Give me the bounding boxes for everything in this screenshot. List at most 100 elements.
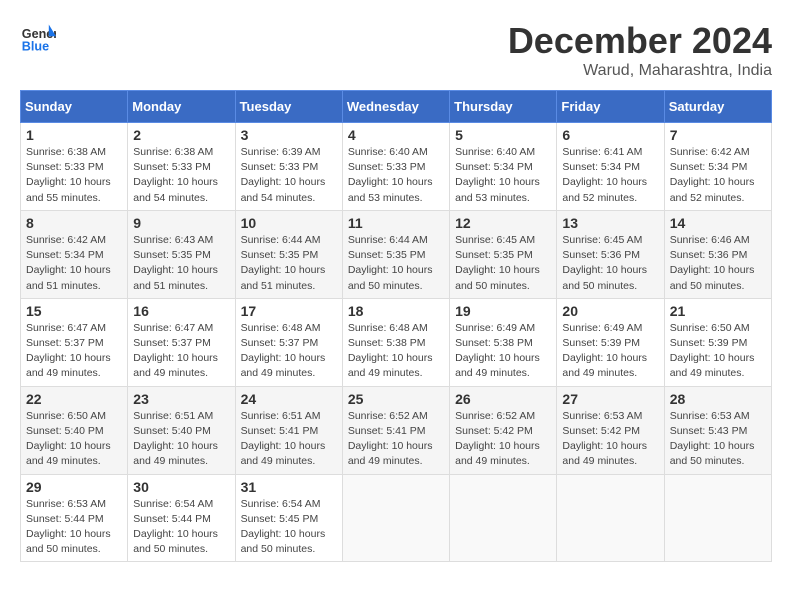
calendar-table: Sunday Monday Tuesday Wednesday Thursday… [20, 90, 772, 562]
list-item: 13 Sunrise: 6:45 AMSunset: 5:36 PMDayligh… [557, 210, 664, 298]
list-item: 31 Sunrise: 6:54 AMSunset: 5:45 PMDayligh… [235, 474, 342, 562]
day-number: 11 [348, 215, 444, 231]
day-info: Sunrise: 6:48 AMSunset: 5:38 PMDaylight:… [348, 321, 444, 382]
list-item: 28 Sunrise: 6:53 AMSunset: 5:43 PMDayligh… [664, 386, 771, 474]
day-info: Sunrise: 6:49 AMSunset: 5:39 PMDaylight:… [562, 321, 658, 382]
page-header: General Blue December 2024 Warud, Mahara… [20, 20, 772, 80]
day-info: Sunrise: 6:42 AMSunset: 5:34 PMDaylight:… [26, 233, 122, 294]
day-number: 4 [348, 127, 444, 143]
day-info: Sunrise: 6:52 AMSunset: 5:41 PMDaylight:… [348, 409, 444, 470]
list-item: 7 Sunrise: 6:42 AMSunset: 5:34 PMDaylight… [664, 123, 771, 211]
day-info: Sunrise: 6:50 AMSunset: 5:39 PMDaylight:… [670, 321, 766, 382]
day-info: Sunrise: 6:52 AMSunset: 5:42 PMDaylight:… [455, 409, 551, 470]
day-number: 7 [670, 127, 766, 143]
list-item: 14 Sunrise: 6:46 AMSunset: 5:36 PMDayligh… [664, 210, 771, 298]
header-friday: Friday [557, 91, 664, 123]
day-number: 19 [455, 303, 551, 319]
day-number: 29 [26, 479, 122, 495]
day-number: 26 [455, 391, 551, 407]
list-item: 3 Sunrise: 6:39 AMSunset: 5:33 PMDaylight… [235, 123, 342, 211]
svg-text:Blue: Blue [22, 40, 49, 54]
table-row: 8 Sunrise: 6:42 AMSunset: 5:34 PMDaylight… [21, 210, 772, 298]
list-item: 15 Sunrise: 6:47 AMSunset: 5:37 PMDayligh… [21, 298, 128, 386]
header-thursday: Thursday [450, 91, 557, 123]
list-item [664, 474, 771, 562]
day-info: Sunrise: 6:47 AMSunset: 5:37 PMDaylight:… [26, 321, 122, 382]
day-info: Sunrise: 6:38 AMSunset: 5:33 PMDaylight:… [133, 145, 229, 206]
list-item: 6Sunrise: 6:41 AMSunset: 5:34 PMDaylight… [557, 123, 664, 211]
day-number: 14 [670, 215, 766, 231]
header-sunday: Sunday [21, 91, 128, 123]
list-item [342, 474, 449, 562]
day-info: Sunrise: 6:54 AMSunset: 5:45 PMDaylight:… [241, 497, 337, 558]
list-item: 27 Sunrise: 6:53 AMSunset: 5:42 PMDayligh… [557, 386, 664, 474]
day-number: 10 [241, 215, 337, 231]
list-item: 2 Sunrise: 6:38 AMSunset: 5:33 PMDaylight… [128, 123, 235, 211]
list-item: 26 Sunrise: 6:52 AMSunset: 5:42 PMDayligh… [450, 386, 557, 474]
day-info: Sunrise: 6:46 AMSunset: 5:36 PMDaylight:… [670, 233, 766, 294]
day-number: 31 [241, 479, 337, 495]
header-wednesday: Wednesday [342, 91, 449, 123]
day-info: Sunrise: 6:45 AMSunset: 5:36 PMDaylight:… [562, 233, 658, 294]
day-info: Sunrise: 6:53 AMSunset: 5:44 PMDaylight:… [26, 497, 122, 558]
day-info: Sunrise: 6:47 AMSunset: 5:37 PMDaylight:… [133, 321, 229, 382]
day-number: 5 [455, 127, 551, 143]
header-saturday: Saturday [664, 91, 771, 123]
list-item: 17 Sunrise: 6:48 AMSunset: 5:37 PMDayligh… [235, 298, 342, 386]
list-item: 23Sunrise: 6:51 AMSunset: 5:40 PMDayligh… [128, 386, 235, 474]
day-info: Sunrise: 6:43 AMSunset: 5:35 PMDaylight:… [133, 233, 229, 294]
list-item: 16 Sunrise: 6:47 AMSunset: 5:37 PMDayligh… [128, 298, 235, 386]
list-item: 8 Sunrise: 6:42 AMSunset: 5:34 PMDaylight… [21, 210, 128, 298]
header-monday: Monday [128, 91, 235, 123]
list-item [450, 474, 557, 562]
list-item: 5 Sunrise: 6:40 AMSunset: 5:34 PMDaylight… [450, 123, 557, 211]
list-item: 30Sunrise: 6:54 AMSunset: 5:44 PMDayligh… [128, 474, 235, 562]
day-info: Sunrise: 6:41 AMSunset: 5:34 PMDaylight:… [562, 145, 658, 206]
day-info: Sunrise: 6:50 AMSunset: 5:40 PMDaylight:… [26, 409, 122, 470]
month-title: December 2024 [508, 20, 772, 62]
header-row: Sunday Monday Tuesday Wednesday Thursday… [21, 91, 772, 123]
day-info: Sunrise: 6:38 AMSunset: 5:33 PMDaylight:… [26, 145, 122, 206]
title-section: December 2024 Warud, Maharashtra, India [508, 20, 772, 80]
day-info: Sunrise: 6:42 AMSunset: 5:34 PMDaylight:… [670, 145, 766, 206]
day-info: Sunrise: 6:53 AMSunset: 5:42 PMDaylight:… [562, 409, 658, 470]
list-item: 1Sunrise: 6:38 AMSunset: 5:33 PMDaylight… [21, 123, 128, 211]
list-item: 4 Sunrise: 6:40 AMSunset: 5:33 PMDaylight… [342, 123, 449, 211]
day-number: 28 [670, 391, 766, 407]
location-subtitle: Warud, Maharashtra, India [508, 62, 772, 80]
table-row: 29 Sunrise: 6:53 AMSunset: 5:44 PMDayligh… [21, 474, 772, 562]
day-info: Sunrise: 6:53 AMSunset: 5:43 PMDaylight:… [670, 409, 766, 470]
table-row: 22Sunrise: 6:50 AMSunset: 5:40 PMDayligh… [21, 386, 772, 474]
day-info: Sunrise: 6:44 AMSunset: 5:35 PMDaylight:… [348, 233, 444, 294]
list-item: 18 Sunrise: 6:48 AMSunset: 5:38 PMDayligh… [342, 298, 449, 386]
day-number: 21 [670, 303, 766, 319]
day-number: 13 [562, 215, 658, 231]
day-info: Sunrise: 6:39 AMSunset: 5:33 PMDaylight:… [241, 145, 337, 206]
day-number: 16 [133, 303, 229, 319]
day-number: 18 [348, 303, 444, 319]
day-number: 17 [241, 303, 337, 319]
day-number: 9 [133, 215, 229, 231]
day-number: 2 [133, 127, 229, 143]
day-info: Sunrise: 6:40 AMSunset: 5:33 PMDaylight:… [348, 145, 444, 206]
day-info: Sunrise: 6:40 AMSunset: 5:34 PMDaylight:… [455, 145, 551, 206]
day-info: Sunrise: 6:44 AMSunset: 5:35 PMDaylight:… [241, 233, 337, 294]
day-info: Sunrise: 6:54 AMSunset: 5:44 PMDaylight:… [133, 497, 229, 558]
day-number: 12 [455, 215, 551, 231]
day-number: 25 [348, 391, 444, 407]
list-item: 9 Sunrise: 6:43 AMSunset: 5:35 PMDaylight… [128, 210, 235, 298]
list-item: 29 Sunrise: 6:53 AMSunset: 5:44 PMDayligh… [21, 474, 128, 562]
logo: General Blue [20, 20, 56, 56]
day-number: 27 [562, 391, 658, 407]
header-tuesday: Tuesday [235, 91, 342, 123]
day-info: Sunrise: 6:48 AMSunset: 5:37 PMDaylight:… [241, 321, 337, 382]
day-number: 24 [241, 391, 337, 407]
day-number: 15 [26, 303, 122, 319]
list-item: 12Sunrise: 6:45 AMSunset: 5:35 PMDayligh… [450, 210, 557, 298]
list-item: 22Sunrise: 6:50 AMSunset: 5:40 PMDayligh… [21, 386, 128, 474]
list-item: 21 Sunrise: 6:50 AMSunset: 5:39 PMDayligh… [664, 298, 771, 386]
day-info: Sunrise: 6:51 AMSunset: 5:41 PMDaylight:… [241, 409, 337, 470]
day-number: 3 [241, 127, 337, 143]
day-info: Sunrise: 6:51 AMSunset: 5:40 PMDaylight:… [133, 409, 229, 470]
day-number: 8 [26, 215, 122, 231]
